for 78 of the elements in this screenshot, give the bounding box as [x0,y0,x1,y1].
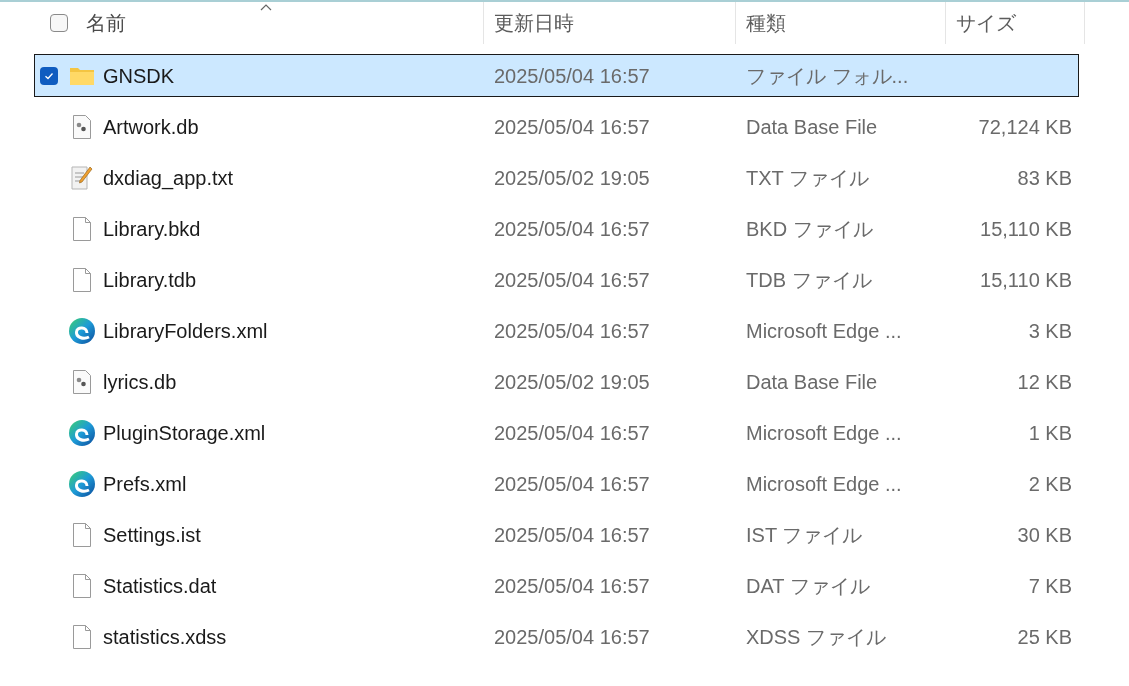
file-name: Artwork.db [103,114,199,140]
file-row[interactable]: GNSDK 2025/05/04 16:57 ファイル フォル... [34,54,1079,97]
file-size: 25 KB [1017,624,1072,650]
gear-document-icon [72,113,92,140]
file-name: LibraryFolders.xml [103,318,268,344]
file-name: Library.tdb [103,267,196,293]
modified-date: 2025/05/04 16:57 [493,318,651,344]
file-type: TDB ファイル [745,267,873,293]
select-all-checkbox[interactable] [50,14,68,32]
file-type: Microsoft Edge ... [745,318,903,344]
notepad-icon [70,164,94,191]
file-size: 2 KB [1028,471,1072,497]
file-type: DAT ファイル [745,573,871,599]
file-row[interactable]: Statistics.dat 2025/05/04 16:57 DAT ファイル 7 KB [34,564,1079,607]
file-name: dxdiag_app.txt [103,165,234,192]
file-size: 3 KB [1028,318,1072,344]
document-icon [72,572,92,599]
file-type: Data Base File [745,114,879,140]
modified-date: 2025/05/04 16:57 [493,573,651,599]
file-row[interactable]: PluginStorage.xml 2025/05/04 16:57 Microsoft Edge ... 1 KB [34,411,1079,454]
file-row[interactable]: statistics.xdss 2025/05/04 16:57 XDSS ファイル 25 KB [34,615,1079,658]
file-row[interactable]: Settings.ist 2025/05/04 16:57 IST ファイル 30 KB [34,513,1079,556]
modified-date: 2025/05/04 16:57 [493,216,651,242]
document-icon [72,623,92,650]
modified-date: 2025/05/02 19:05 [493,165,651,191]
file-size: 1 KB [1028,420,1072,446]
file-name: lyrics.db [103,369,177,395]
folder-icon [69,65,95,86]
file-type: Microsoft Edge ... [745,420,903,446]
file-name: Prefs.xml [103,471,187,497]
file-size: 83 KB [1017,165,1072,191]
file-name: Settings.ist [103,522,201,548]
modified-date: 2025/05/04 16:57 [493,114,651,140]
browser-icon [68,316,96,345]
file-name: Statistics.dat [103,573,217,599]
modified-date: 2025/05/04 16:57 [493,624,651,650]
modified-date: 2025/05/04 16:57 [493,420,651,446]
file-type: Microsoft Edge ... [745,471,903,497]
file-row[interactable]: Library.bkd 2025/05/04 16:57 BKD ファイル 15,110 KB [34,207,1079,250]
document-icon [72,266,92,293]
file-name: PluginStorage.xml [103,420,266,446]
modified-date: 2025/05/04 16:57 [493,522,651,548]
file-size: 30 KB [1017,522,1072,548]
sort-ascending-icon [260,4,272,11]
file-name: Library.bkd [103,216,201,242]
file-name: GNSDK [103,63,175,89]
file-row[interactable]: lyrics.db 2025/05/02 19:05 Data Base File 12 KB [34,360,1079,403]
file-type: Data Base File [745,369,879,395]
column-header[interactable]: 種類 [746,8,786,38]
file-size: 15,110 KB [980,267,1072,293]
row-checkbox[interactable] [40,66,58,85]
file-row[interactable]: Library.tdb 2025/05/04 16:57 TDB ファイル 15,110 KB [34,258,1079,301]
file-row[interactable]: Prefs.xml 2025/05/04 16:57 Microsoft Edge ... 2 KB [34,462,1079,505]
column-header[interactable]: 更新日時 [494,8,574,38]
file-size: 12 KB [1017,369,1072,395]
file-name: statistics.xdss [103,624,227,650]
document-icon [72,215,92,242]
column-header[interactable]: 名前 [86,8,126,38]
file-type: TXT ファイル [745,165,870,191]
file-type: BKD ファイル [745,216,874,242]
file-size: 72,124 KB [978,114,1072,140]
file-row[interactable]: dxdiag_app.txt 2025/05/02 19:05 TXT ファイル 83 KB [34,156,1079,199]
modified-date: 2025/05/04 16:57 [493,267,651,293]
file-type: XDSS ファイル [745,624,888,650]
file-type: IST ファイル [745,522,864,548]
modified-date: 2025/05/04 16:57 [493,63,651,89]
file-size: 15,110 KB [980,216,1072,242]
modified-date: 2025/05/02 19:05 [493,369,651,395]
column-header[interactable]: サイズ [956,8,1016,38]
file-type: ファイル フォル... [745,63,910,89]
file-size: 7 KB [1028,573,1072,599]
browser-icon [68,469,96,498]
modified-date: 2025/05/04 16:57 [493,471,651,497]
browser-icon [68,418,96,447]
file-row[interactable]: LibraryFolders.xml 2025/05/04 16:57 Microsoft Edge ... 3 KB [34,309,1079,352]
file-row[interactable]: Artwork.db 2025/05/04 16:57 Data Base File 72,124 KB [34,105,1079,148]
document-icon [72,521,92,548]
gear-document-icon [72,368,92,395]
